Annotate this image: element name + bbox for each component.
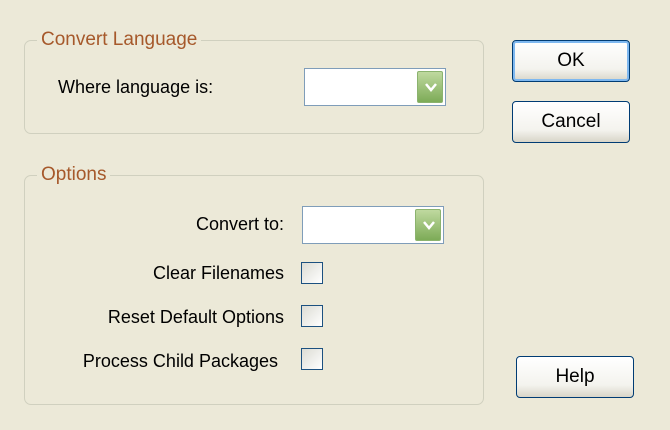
reset-default-options-checkbox[interactable] [301,305,323,327]
help-button-label: Help [555,366,595,387]
clear-filenames-checkbox[interactable] [301,262,323,284]
chevron-down-icon[interactable] [417,71,443,103]
where-language-select[interactable] [304,68,446,106]
ok-button-label: OK [557,50,585,71]
process-child-packages-checkbox[interactable] [301,348,323,370]
cancel-button[interactable]: Cancel [512,101,630,143]
convert-to-label: Convert to: [195,214,284,234]
convert-to-select[interactable] [302,206,444,244]
help-button[interactable]: Help [516,356,634,398]
options-group-title: Options [37,164,111,186]
reset-default-options-label: Reset Default Options [107,307,284,327]
clear-filenames-label: Clear Filenames [152,263,284,283]
convert-language-group-title: Convert Language [37,29,202,51]
process-child-packages-label: Process Child Packages [82,351,278,371]
cancel-button-label: Cancel [541,111,601,132]
where-language-label: Where language is: [58,77,214,97]
chevron-down-icon[interactable] [415,209,441,241]
ok-button[interactable]: OK [512,40,630,82]
